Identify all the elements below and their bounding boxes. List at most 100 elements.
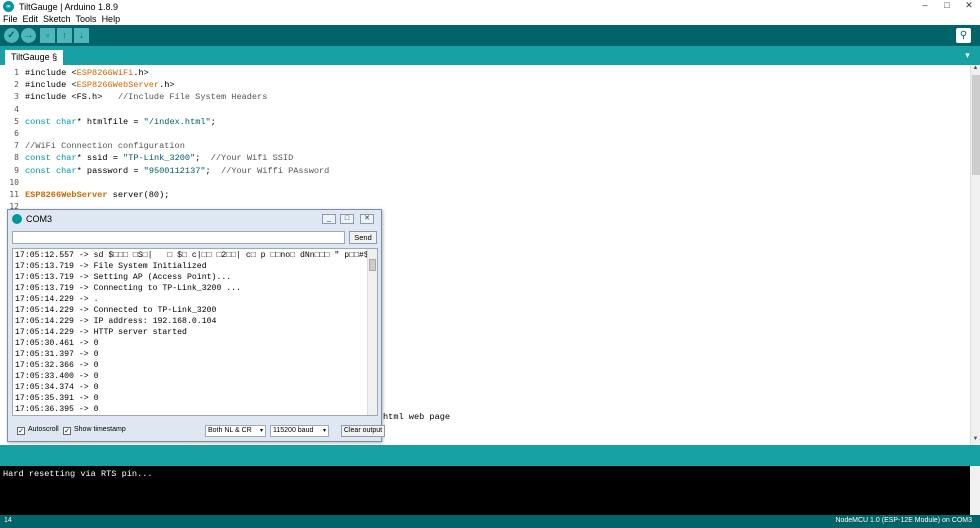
- editor-scrollbar[interactable]: ▲ ▼: [970, 65, 980, 445]
- code-token: const: [25, 153, 51, 164]
- output-console: Hard resetting via RTS pin...: [0, 466, 980, 515]
- line-number: 6: [14, 129, 19, 138]
- show-timestamp-checkbox[interactable]: ✓: [63, 427, 71, 435]
- new-sketch-button[interactable]: ▫: [40, 28, 55, 43]
- window-titlebar: ∞ TiltGauge | Arduino 1.8.9 – □ ✕: [0, 0, 980, 13]
- code-line: #include <ESP8266WiFi.h>: [25, 68, 149, 78]
- cursor-line-number: 14: [4, 517, 12, 524]
- verify-button[interactable]: ✓: [4, 28, 19, 43]
- code-token: ESP8266WebServer: [25, 190, 108, 200]
- line-ending-value: Both NL & CR: [208, 427, 252, 434]
- clear-output-button[interactable]: Clear output: [341, 425, 385, 437]
- close-button[interactable]: ✕: [960, 0, 978, 11]
- serial-output-line: 17:05:13.719 -> Connecting to TP-Link_32…: [15, 284, 242, 293]
- arduino-logo-icon: ∞: [3, 1, 14, 12]
- serial-close-button[interactable]: ✕: [360, 214, 374, 224]
- tab-bar: TiltGauge § ▾: [0, 46, 980, 65]
- line-number: 2: [14, 80, 19, 90]
- save-sketch-button[interactable]: ↓: [74, 28, 89, 43]
- code-token: ;: [210, 116, 216, 127]
- serial-monitor-button[interactable]: ⚲: [956, 28, 971, 43]
- serial-output-line: 17:05:14.229 -> Connected to TP-Link_320…: [15, 306, 217, 315]
- show-timestamp-label: Show timestamp: [74, 426, 126, 433]
- code-token: ;: [205, 165, 222, 176]
- line-number: 3: [14, 92, 19, 102]
- menu-edit[interactable]: Edit: [23, 14, 39, 24]
- menu-bar: File Edit Sketch Tools Help: [0, 13, 980, 25]
- chevron-down-icon: ▾: [259, 428, 263, 434]
- baud-rate-select[interactable]: 115200 baud ▾: [270, 425, 329, 437]
- toolbar: ✓ → ▫ ↑ ↓ ⚲: [0, 25, 980, 46]
- code-token: .h>: [133, 68, 149, 78]
- chevron-down-icon: ▾: [322, 428, 326, 434]
- serial-output-line: 17:05:36.395 -> 0: [15, 405, 99, 414]
- serial-monitor-window: COM3 _ □ ✕ Send 17:05:12.557 -> sd $□□□ …: [7, 209, 385, 442]
- upload-button[interactable]: →: [21, 28, 36, 43]
- code-token: ;: [195, 153, 211, 164]
- line-number: 5: [14, 116, 19, 126]
- tab-menu-button[interactable]: ▾: [961, 49, 974, 62]
- code-token: * ssid =: [76, 153, 124, 164]
- serial-send-input[interactable]: [12, 231, 345, 244]
- autoscroll-label: Autoscroll: [28, 426, 59, 433]
- code-token: #include <: [25, 68, 77, 78]
- maximize-button[interactable]: □: [938, 0, 956, 11]
- baud-rate-value: 115200 baud: [273, 427, 314, 434]
- code-token: //Your Wiffi PAssword: [221, 165, 330, 176]
- code-token: const: [25, 116, 51, 127]
- code-token: "/index.html": [143, 116, 211, 127]
- serial-output-line: 17:05:12.557 -> sd $□□□ □S□| □ $□ c|□□ □…: [15, 251, 369, 260]
- serial-output-line: 17:05:34.374 -> 0: [15, 383, 99, 392]
- serial-scroll-thumb[interactable]: [369, 259, 376, 271]
- code-token: const: [25, 165, 51, 176]
- code-line: //WiFi Connection configuration: [25, 141, 185, 151]
- code-line: #include <ESP8266WebServer.h>: [25, 80, 175, 90]
- line-number: 9: [14, 165, 19, 175]
- code-token: server(80);: [107, 190, 170, 200]
- menu-help[interactable]: Help: [102, 14, 121, 24]
- menu-sketch[interactable]: Sketch: [43, 14, 71, 24]
- code-line: ESP8266WebServer server(80);: [25, 190, 169, 200]
- code-token: "TP-Link_3200": [123, 153, 196, 164]
- send-button[interactable]: Send: [349, 231, 377, 244]
- code-token: "9500112137": [143, 165, 206, 176]
- serial-output-line: 17:05:14.229 -> IP address: 192.168.0.10…: [15, 317, 217, 326]
- serial-output-line: 17:05:33.400 -> 0: [15, 372, 99, 381]
- code-token: * password =: [76, 165, 144, 176]
- serial-output-scrollbar[interactable]: [367, 249, 377, 415]
- menu-file[interactable]: File: [3, 14, 18, 24]
- scroll-up-arrow-icon[interactable]: ▲: [971, 65, 980, 74]
- code-token: ESP8266WiFi: [76, 68, 134, 78]
- line-number: 8: [14, 153, 19, 163]
- serial-maximize-button[interactable]: □: [340, 214, 354, 224]
- line-ending-select[interactable]: Both NL & CR ▾: [205, 425, 266, 437]
- serial-output-line: 17:05:14.229 -> HTTP server started: [15, 328, 187, 337]
- console-scrollbar[interactable]: [970, 466, 980, 515]
- serial-minimize-button[interactable]: _: [322, 214, 336, 224]
- open-sketch-button[interactable]: ↑: [57, 28, 72, 43]
- line-number: 4: [14, 104, 19, 114]
- scroll-down-arrow-icon[interactable]: ▼: [971, 436, 980, 445]
- code-token: .h>: [159, 80, 175, 91]
- serial-output-line: 17:05:13.719 -> Setting AP (Access Point…: [15, 273, 232, 282]
- code-token: * htmlfile =: [76, 116, 144, 127]
- menu-tools[interactable]: Tools: [76, 14, 97, 24]
- window-title: TiltGauge | Arduino 1.8.9: [19, 1, 119, 12]
- code-token: char: [55, 153, 77, 164]
- serial-output-line: 17:05:32.366 -> 0: [15, 361, 99, 370]
- serial-output-line: 17:05:14.229 -> .: [15, 295, 99, 304]
- serial-output: 17:05:12.557 -> sd $□□□ □S□| □ $□ c|□□ □…: [12, 248, 378, 416]
- arduino-logo-icon: [12, 213, 22, 224]
- tab-tiltgauge[interactable]: TiltGauge §: [5, 50, 64, 65]
- serial-output-line: 17:05:30.461 -> 0: [15, 339, 99, 348]
- minimize-button[interactable]: –: [916, 0, 934, 11]
- code-line: const char* htmlfile = "/index.html";: [25, 117, 216, 127]
- code-token: char: [55, 165, 77, 176]
- editor-scroll-thumb[interactable]: [972, 75, 980, 175]
- code-token: //WiFi Connection configuration: [25, 141, 185, 152]
- autoscroll-checkbox[interactable]: ✓: [17, 427, 25, 435]
- serial-output-line: 17:05:35.391 -> 0: [15, 394, 99, 403]
- code-line-partial: html web page: [383, 412, 451, 422]
- code-line: #include <FS.h> //Include File System He…: [25, 92, 267, 102]
- message-bar: [0, 445, 980, 466]
